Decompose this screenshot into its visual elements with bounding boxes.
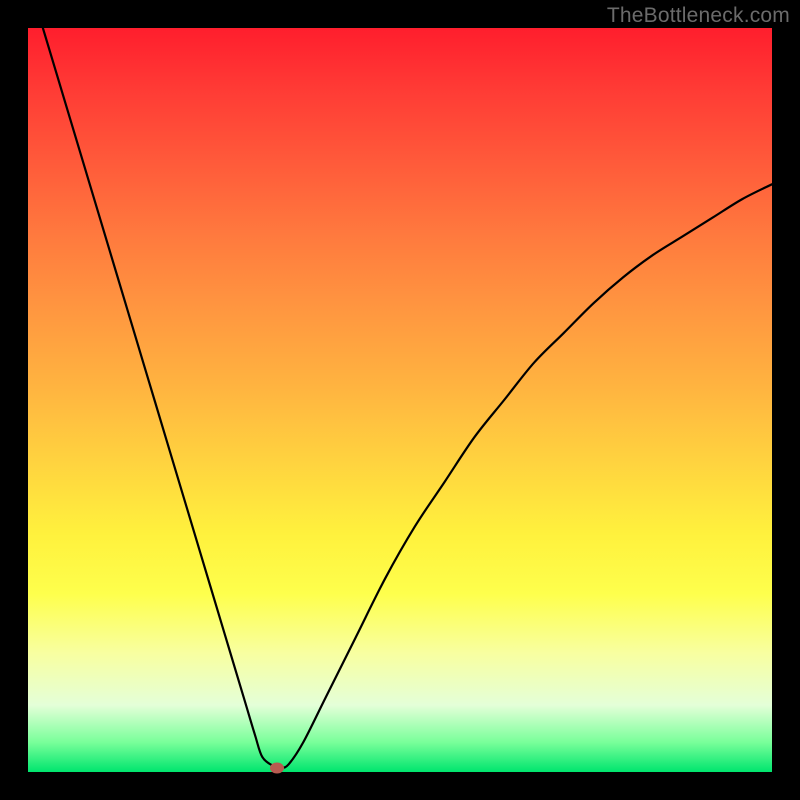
plot-area [28,28,772,772]
curve-svg [28,28,772,772]
chart-frame: TheBottleneck.com [0,0,800,800]
minimum-marker [270,762,284,773]
curve-path [43,28,772,768]
watermark-text: TheBottleneck.com [607,4,790,28]
